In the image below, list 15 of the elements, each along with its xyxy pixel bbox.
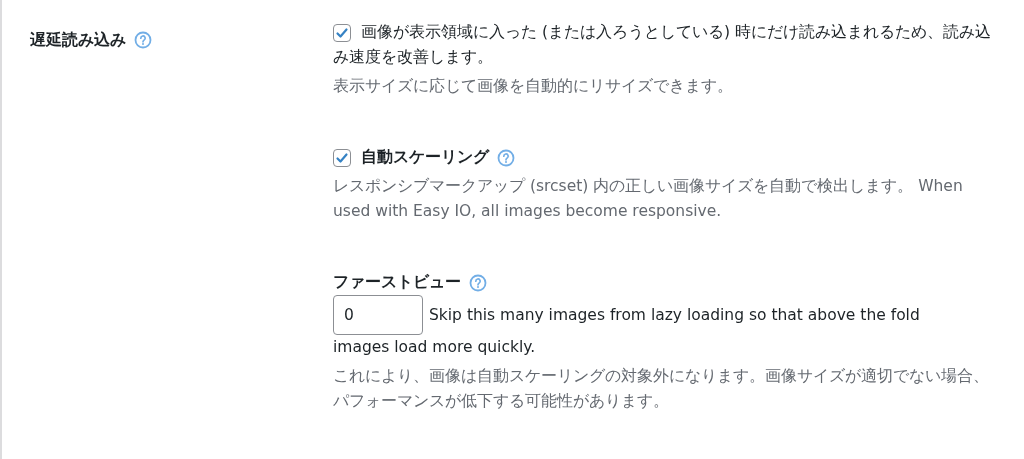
setting-label: 遅延読み込み	[30, 29, 126, 51]
checkbox[interactable]: 自動スケーリング	[333, 145, 489, 170]
number-field[interactable]: 0	[333, 295, 423, 335]
help-icon[interactable]	[134, 31, 152, 49]
option-description: 表示サイズに応じて画像を自動的にリサイズできます。	[333, 76, 734, 97]
check-icon	[335, 151, 349, 165]
option-description: これにより、画像は自動スケーリングの対象外になります。画像サイズが適切でない場合、パフォーマンスが低下する可能性があります。	[333, 366, 990, 412]
help-icon[interactable]	[469, 273, 487, 292]
option-description: レスポンシブマークアップ (srcset) 内の正しい画像サイズを自動で検出します。 When used with Easy IO, all images become responsive.	[333, 176, 964, 222]
option-label: ファーストビュー	[333, 272, 461, 293]
help-icon[interactable]	[497, 148, 515, 167]
option-text: images load more quickly.	[333, 338, 536, 356]
check-icon	[335, 26, 349, 40]
option-text: Skip this many images from lazy loading so that above the fold	[429, 304, 920, 326]
checkbox[interactable]: 画像が表示領域に入った (または入ろうとしている) 時にだけ読み込まれるため、読み込み速度を改善します。	[333, 20, 997, 70]
